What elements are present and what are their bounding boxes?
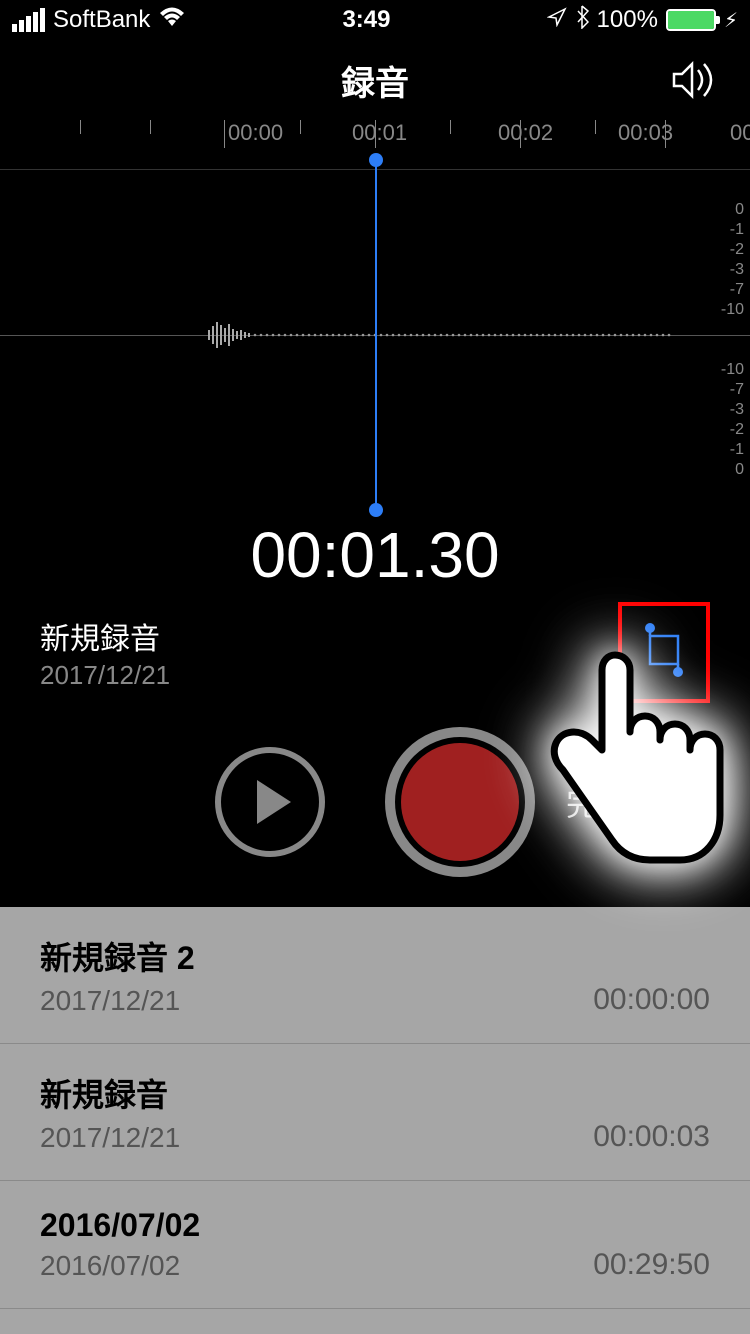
speaker-button[interactable] <box>670 58 720 107</box>
item-date: 2017/12/21 <box>40 1122 180 1154</box>
db-scale-upper: 0-1-2-3-7-10 <box>721 200 744 320</box>
item-duration: 00:00:03 <box>593 1120 710 1154</box>
item-title: 新規録音 <box>40 1070 180 1116</box>
done-button[interactable]: 完了 <box>566 779 630 825</box>
record-button[interactable] <box>385 727 535 877</box>
trim-button[interactable] <box>634 620 694 685</box>
item-title: 新規録音 2 <box>40 933 195 979</box>
clock: 3:49 <box>342 6 390 34</box>
location-icon <box>547 6 567 34</box>
battery-icon <box>666 9 716 31</box>
battery-pct: 100% <box>597 6 658 34</box>
signal-bars-icon <box>12 8 45 32</box>
tick-label: 00:00 <box>228 120 283 146</box>
bluetooth-icon <box>575 5 589 36</box>
page-title: 録音 <box>341 56 409 105</box>
controls-row: 完了 <box>0 717 750 907</box>
list-item[interactable]: 新規録音 2 2017/12/21 00:00:00 <box>0 907 750 1044</box>
play-button[interactable] <box>215 747 325 857</box>
carrier-label: SoftBank <box>53 6 150 34</box>
item-date: 2017/12/21 <box>40 985 195 1017</box>
recording-info-row: 新規録音 2017/12/21 <box>0 602 750 717</box>
wifi-icon <box>158 6 186 35</box>
current-recording-date: 2017/12/21 <box>40 660 170 691</box>
current-recording-name: 新規録音 <box>40 614 170 658</box>
current-recording-meta: 新規録音 2017/12/21 <box>40 614 170 691</box>
playhead[interactable] <box>375 160 377 510</box>
record-icon <box>401 743 519 861</box>
item-title: 2016/07/02 <box>40 1207 200 1244</box>
tick-label: 00 <box>730 120 750 146</box>
annotation-highlight-box <box>618 602 710 703</box>
tick-label: 00:02 <box>498 120 553 146</box>
status-bar: SoftBank 3:49 100% ⚡︎ <box>0 0 750 40</box>
item-duration: 00:00:00 <box>593 983 710 1017</box>
list-item[interactable]: 新規録音 2017/12/21 00:00:03 <box>0 1044 750 1181</box>
charging-icon: ⚡︎ <box>724 8 738 33</box>
waveform[interactable]: 0-1-2-3-7-10 -10-7-3-2-10 <box>0 170 750 500</box>
nav-header: 録音 <box>0 40 750 120</box>
list-item[interactable]: 2016/07/02 2016/07/02 00:29:50 <box>0 1181 750 1309</box>
waveform-trace <box>205 320 710 350</box>
tick-label: 00:01 <box>352 120 407 146</box>
play-icon <box>257 780 291 824</box>
status-right: 100% ⚡︎ <box>547 5 738 36</box>
tick-label: 00:03 <box>618 120 673 146</box>
status-left: SoftBank <box>12 6 186 35</box>
db-scale-lower: -10-7-3-2-10 <box>721 360 744 480</box>
recordings-list[interactable]: 新規録音 2 2017/12/21 00:00:00 新規録音 2017/12/… <box>0 907 750 1334</box>
item-date: 2016/07/02 <box>40 1250 200 1282</box>
item-duration: 00:29:50 <box>593 1248 710 1282</box>
list-item[interactable]: 新規録音 20 2015/07/22 00:00:45 <box>0 1309 750 1334</box>
